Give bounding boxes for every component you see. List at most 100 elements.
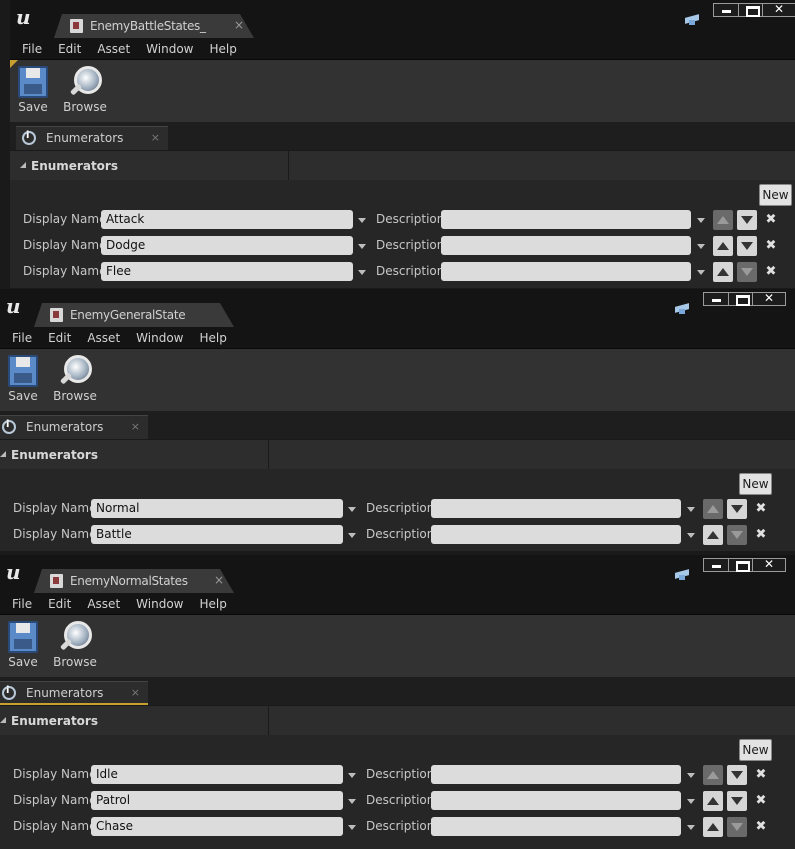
display-name-dropdown-icon[interactable] [348, 533, 356, 538]
move-up-button[interactable] [703, 765, 723, 785]
menu-file[interactable]: File [4, 597, 40, 611]
move-down-button[interactable] [727, 817, 747, 837]
move-down-button[interactable] [727, 791, 747, 811]
display-name-field[interactable]: Normal [91, 499, 343, 518]
display-name-field[interactable]: Flee [101, 262, 353, 281]
tutorial-cap-icon[interactable] [675, 303, 689, 315]
display-name-field[interactable]: Patrol [91, 791, 343, 810]
menu-window[interactable]: Window [128, 597, 191, 611]
new-enumerator-button[interactable]: New [739, 739, 772, 761]
description-dropdown-icon[interactable] [687, 773, 695, 778]
tutorial-cap-icon[interactable] [675, 569, 689, 581]
description-field[interactable] [441, 262, 691, 281]
description-field[interactable] [431, 525, 681, 544]
menu-edit[interactable]: Edit [40, 331, 79, 345]
move-down-button[interactable] [727, 499, 747, 519]
description-field[interactable] [441, 236, 691, 255]
menu-window[interactable]: Window [128, 331, 191, 345]
display-name-dropdown-icon[interactable] [348, 825, 356, 830]
move-down-button[interactable] [737, 210, 757, 230]
browse-button[interactable]: Browse [52, 621, 98, 669]
display-name-dropdown-icon[interactable] [358, 244, 366, 249]
maximize-button[interactable] [738, 3, 764, 17]
description-dropdown-icon[interactable] [687, 507, 695, 512]
close-panel-icon[interactable]: × [131, 420, 140, 433]
move-down-button[interactable] [727, 765, 747, 785]
display-name-field[interactable]: Chase [91, 817, 343, 836]
description-field[interactable] [431, 817, 681, 836]
display-name-dropdown-icon[interactable] [348, 507, 356, 512]
enumerators-section-header[interactable]: Enumerators [0, 705, 795, 736]
display-name-dropdown-icon[interactable] [348, 799, 356, 804]
move-down-button[interactable] [737, 236, 757, 256]
menu-asset[interactable]: Asset [79, 331, 128, 345]
maximize-button[interactable] [728, 558, 754, 572]
enumerators-section-header[interactable]: Enumerators [0, 439, 795, 470]
enumerators-tab[interactable]: Enumerators × [16, 126, 168, 150]
delete-enumerator-icon[interactable]: ✖ [764, 210, 778, 230]
display-name-dropdown-icon[interactable] [358, 218, 366, 223]
menu-edit[interactable]: Edit [40, 597, 79, 611]
display-name-field[interactable]: Idle [91, 765, 343, 784]
delete-enumerator-icon[interactable]: ✖ [764, 262, 778, 282]
description-dropdown-icon[interactable] [697, 244, 705, 249]
minimize-button[interactable] [713, 3, 739, 17]
move-down-button[interactable] [727, 525, 747, 545]
description-field[interactable] [441, 210, 691, 229]
display-name-dropdown-icon[interactable] [358, 270, 366, 275]
close-panel-icon[interactable]: × [131, 686, 140, 699]
enumerators-section-header[interactable]: Enumerators [10, 150, 795, 181]
maximize-button[interactable] [728, 292, 754, 306]
move-up-button[interactable] [703, 499, 723, 519]
delete-enumerator-icon[interactable]: ✖ [754, 499, 768, 519]
delete-enumerator-icon[interactable]: ✖ [754, 765, 768, 785]
delete-enumerator-icon[interactable]: ✖ [754, 791, 768, 811]
menu-window[interactable]: Window [138, 42, 201, 56]
menu-asset[interactable]: Asset [89, 42, 138, 56]
display-name-field[interactable]: Dodge [101, 236, 353, 255]
tutorial-cap-icon[interactable] [685, 14, 699, 26]
menu-asset[interactable]: Asset [79, 597, 128, 611]
display-name-dropdown-icon[interactable] [348, 773, 356, 778]
close-window-button[interactable] [752, 291, 786, 306]
minimize-button[interactable] [703, 292, 729, 306]
description-dropdown-icon[interactable] [697, 270, 705, 275]
move-up-button[interactable] [703, 791, 723, 811]
description-field[interactable] [431, 791, 681, 810]
save-button[interactable]: Save [6, 355, 40, 403]
close-window-button[interactable] [752, 557, 786, 572]
display-name-field[interactable]: Battle [91, 525, 343, 544]
description-dropdown-icon[interactable] [687, 799, 695, 804]
new-enumerator-button[interactable]: New [739, 473, 772, 495]
delete-enumerator-icon[interactable]: ✖ [764, 236, 778, 256]
menu-file[interactable]: File [4, 331, 40, 345]
close-tab-icon[interactable]: × [234, 18, 244, 32]
move-up-button[interactable] [713, 236, 733, 256]
document-tab[interactable]: EnemyGeneralState [34, 303, 234, 327]
menu-file[interactable]: File [14, 42, 50, 56]
description-dropdown-icon[interactable] [687, 825, 695, 830]
description-field[interactable] [431, 765, 681, 784]
new-enumerator-button[interactable]: New [759, 184, 792, 206]
document-tab[interactable]: EnemyNormalStates × [34, 569, 234, 593]
description-field[interactable] [431, 499, 681, 518]
menu-help[interactable]: Help [191, 331, 234, 345]
description-dropdown-icon[interactable] [687, 533, 695, 538]
save-button[interactable]: Save [16, 66, 50, 114]
description-dropdown-icon[interactable] [697, 218, 705, 223]
save-button[interactable]: Save [6, 621, 40, 669]
move-up-button[interactable] [703, 817, 723, 837]
close-window-button[interactable] [762, 2, 795, 17]
menu-edit[interactable]: Edit [50, 42, 89, 56]
move-up-button[interactable] [713, 262, 733, 282]
display-name-field[interactable]: Attack [101, 210, 353, 229]
browse-button[interactable]: Browse [62, 66, 108, 114]
move-up-button[interactable] [703, 525, 723, 545]
close-panel-icon[interactable]: × [151, 131, 160, 144]
move-up-button[interactable] [713, 210, 733, 230]
browse-button[interactable]: Browse [52, 355, 98, 403]
delete-enumerator-icon[interactable]: ✖ [754, 525, 768, 545]
minimize-button[interactable] [703, 558, 729, 572]
menu-help[interactable]: Help [191, 597, 234, 611]
delete-enumerator-icon[interactable]: ✖ [754, 817, 768, 837]
